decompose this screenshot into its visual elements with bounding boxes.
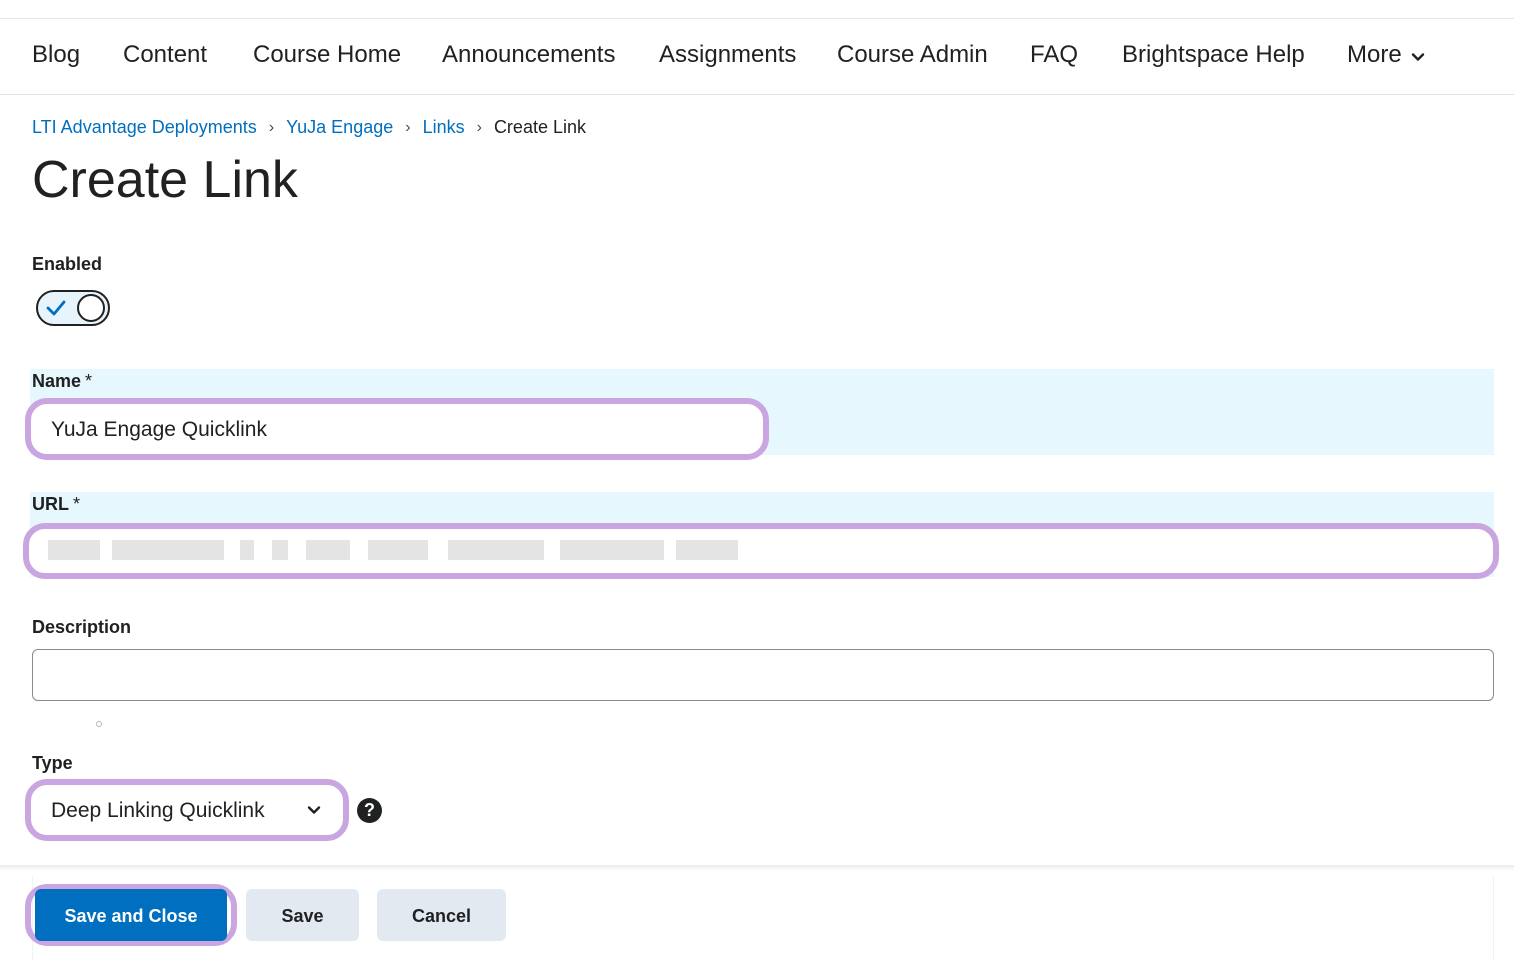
page-title: Create Link xyxy=(32,151,298,209)
nav-item-assignments[interactable]: Assignments xyxy=(659,41,796,69)
required-marker: * xyxy=(73,494,81,514)
chevron-down-icon xyxy=(1411,53,1424,61)
breadcrumb-link-links[interactable]: Links xyxy=(423,117,465,138)
name-input[interactable]: YuJa Engage Quicklink xyxy=(25,398,769,460)
nav-item-brightspace-help[interactable]: Brightspace Help xyxy=(1122,41,1305,69)
footer-divider xyxy=(0,865,1514,871)
name-label: Name * xyxy=(32,371,92,392)
save-button[interactable]: Save xyxy=(246,889,359,941)
help-icon[interactable]: ? xyxy=(357,798,382,823)
enabled-label: Enabled xyxy=(32,254,103,274)
breadcrumb-current: Create Link xyxy=(493,117,586,137)
required-marker: * xyxy=(85,371,93,391)
url-label-text: URL xyxy=(32,494,69,514)
breadcrumb-separator: › xyxy=(268,118,275,136)
enabled-toggle[interactable] xyxy=(36,290,110,326)
breadcrumb: LTI Advantage Deployments › YuJa Engage … xyxy=(32,117,586,138)
description-label: Description xyxy=(32,617,132,637)
url-label: URL * xyxy=(32,494,80,515)
type-label: Type xyxy=(32,753,73,773)
checkmark-icon xyxy=(46,300,66,316)
nav-more-menu[interactable]: More xyxy=(1347,41,1426,69)
save-and-close-button[interactable]: Save and Close xyxy=(35,889,227,941)
url-input-redacted-value xyxy=(48,540,738,560)
type-select[interactable]: Deep Linking Quicklink xyxy=(25,779,349,841)
cancel-button[interactable]: Cancel xyxy=(377,889,506,941)
breadcrumb-separator: › xyxy=(405,118,411,136)
type-select-value: Deep Linking Quicklink xyxy=(51,799,265,822)
nav-item-course-admin[interactable]: Course Admin xyxy=(837,41,988,69)
nav-item-course-home[interactable]: Course Home xyxy=(253,41,401,69)
description-input[interactable] xyxy=(32,649,1494,701)
breadcrumb-link-lti-deployments[interactable]: LTI Advantage Deployments xyxy=(32,117,257,138)
breadcrumb-link-yuja-engage[interactable]: YuJa Engage xyxy=(286,117,393,138)
resize-dot xyxy=(96,721,102,727)
breadcrumb-separator: › xyxy=(476,118,482,136)
name-input-value: YuJa Engage Quicklink xyxy=(51,418,267,441)
course-navbar: Blog Content Course Home Announcements A… xyxy=(0,19,1514,95)
nav-item-faq[interactable]: FAQ xyxy=(1030,41,1078,69)
nav-more-label: More xyxy=(1347,41,1402,68)
nav-item-announcements[interactable]: Announcements xyxy=(442,41,615,69)
nav-item-blog[interactable]: Blog xyxy=(32,41,80,69)
nav-item-content[interactable]: Content xyxy=(123,41,207,69)
name-label-text: Name xyxy=(32,371,82,391)
chevron-down-icon xyxy=(307,806,321,814)
toggle-knob xyxy=(77,294,105,322)
